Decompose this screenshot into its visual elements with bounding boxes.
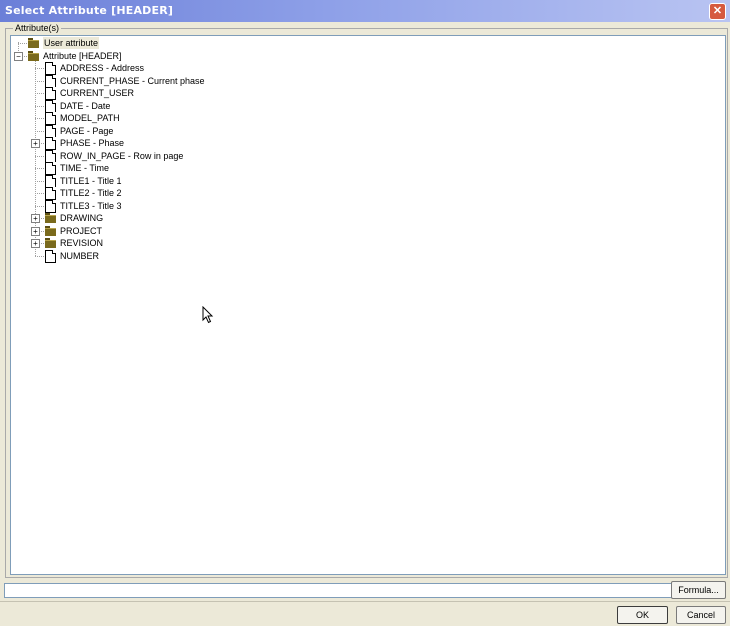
groupbox-label: Attribute(s) (13, 23, 62, 34)
tree-guide-line (35, 205, 44, 207)
tree-node[interactable]: CURRENT_USER (11, 87, 411, 100)
folder-icon (28, 38, 39, 48)
tree-guide-line (35, 193, 44, 194)
document-icon (45, 62, 56, 75)
folder-body (28, 40, 39, 48)
ok-button[interactable]: OK (617, 606, 668, 624)
folder-body (28, 52, 39, 61)
tree-node-label: Attribute [HEADER] (43, 50, 122, 61)
separator (0, 601, 730, 602)
expand-icon[interactable]: + (31, 214, 40, 223)
folder-icon (45, 238, 56, 248)
tree-node[interactable]: + PHASE - Phase (11, 137, 411, 150)
document-icon (45, 99, 56, 113)
tree-guide-line (35, 168, 44, 169)
folder-icon (45, 213, 56, 223)
tree-guide-line (35, 93, 44, 94)
tree-guide-line (35, 118, 44, 119)
folder-icon (28, 50, 39, 61)
document-icon (45, 162, 56, 175)
tree-node-label: PROJECT (60, 225, 103, 236)
mouse-pointer-icon (202, 306, 214, 324)
formula-button[interactable]: Formula... (671, 581, 726, 599)
document-icon (45, 74, 56, 88)
collapse-icon[interactable]: − (14, 51, 23, 61)
folder-body (45, 215, 56, 223)
tree-node[interactable]: TITLE3 - Title 3 (11, 199, 411, 213)
document-icon (45, 124, 56, 138)
tree-node[interactable]: User attribute (11, 37, 411, 49)
tree-node[interactable]: NUMBER (11, 249, 411, 263)
tree-node-label: DATE - Date (60, 100, 111, 111)
tree-node-label: TITLE3 - Title 3 (60, 200, 122, 211)
document-icon (45, 249, 56, 263)
document-icon (45, 199, 56, 213)
tree-node-label: TITLE1 - Title 1 (60, 175, 122, 186)
tree-node[interactable]: TITLE2 - Title 2 (11, 187, 411, 200)
tree-node-label: User attribute (43, 37, 100, 49)
tree-node[interactable]: + PROJECT (11, 225, 411, 237)
tree-node-label: TITLE2 - Title 2 (60, 188, 122, 198)
tree-node-label: REVISION (60, 238, 104, 248)
expand-icon[interactable]: + (31, 239, 40, 248)
tree-guide-line (35, 130, 44, 132)
tree-node[interactable]: + DRAWING (11, 212, 411, 224)
tree-node-label: ADDRESS - Address (60, 63, 145, 73)
expand-icon[interactable]: + (31, 139, 40, 148)
close-icon: ✕ (712, 5, 723, 17)
tree-node-label: CURRENT_PHASE - Current phase (60, 75, 205, 86)
formula-input[interactable] (4, 583, 672, 598)
tree-node[interactable]: TIME - Time (11, 162, 411, 175)
tree-node[interactable]: + REVISION (11, 237, 411, 249)
tree-guide-line (35, 105, 44, 107)
folder-icon (45, 225, 56, 236)
folder-body (45, 240, 56, 248)
tree-guide-line (35, 255, 44, 257)
document-icon (45, 112, 56, 125)
tree-guide-line (35, 180, 44, 182)
tree-node[interactable]: − Attribute [HEADER] (11, 50, 411, 62)
document-icon (45, 149, 56, 163)
tree-node[interactable]: DATE - Date (11, 99, 411, 113)
tree-node[interactable]: PAGE - Page (11, 124, 411, 138)
tree-node[interactable]: ADDRESS - Address (11, 62, 411, 75)
tree-node[interactable]: MODEL_PATH (11, 112, 411, 125)
tree-node[interactable]: TITLE1 - Title 1 (11, 174, 411, 188)
tree-node[interactable]: CURRENT_PHASE - Current phase (11, 74, 411, 88)
tree-node-label: ROW_IN_PAGE - Row in page (60, 150, 184, 161)
document-icon (45, 137, 56, 150)
tree-node-label: MODEL_PATH (60, 113, 120, 123)
expand-icon[interactable]: + (31, 226, 40, 236)
tree-guide-line (18, 43, 27, 44)
tree-node-label: NUMBER (60, 250, 100, 261)
tree-node-label: CURRENT_USER (60, 88, 135, 98)
document-icon (45, 174, 56, 188)
tree-node-label: PHASE - Phase (60, 138, 125, 148)
tree-guide-line (35, 155, 44, 157)
document-icon (45, 87, 56, 100)
tree-guide-line (35, 68, 44, 69)
attribute-tree[interactable]: User attribute − Attribute [HEADER] ADDRESS… (10, 35, 726, 575)
close-button[interactable]: ✕ (709, 3, 726, 20)
title-bar: Select Attribute [HEADER] ✕ (0, 0, 730, 22)
tree-node-label: DRAWING (60, 213, 104, 223)
tree-guide-line (35, 80, 44, 82)
window-title: Select Attribute [HEADER] (5, 4, 174, 17)
tree-node-label: TIME - Time (60, 163, 109, 173)
folder-body (45, 227, 56, 236)
cancel-button[interactable]: Cancel (676, 606, 726, 624)
tree-node[interactable]: ROW_IN_PAGE - Row in page (11, 149, 411, 163)
tree-node-label: PAGE - Page (60, 125, 114, 136)
document-icon (45, 187, 56, 200)
